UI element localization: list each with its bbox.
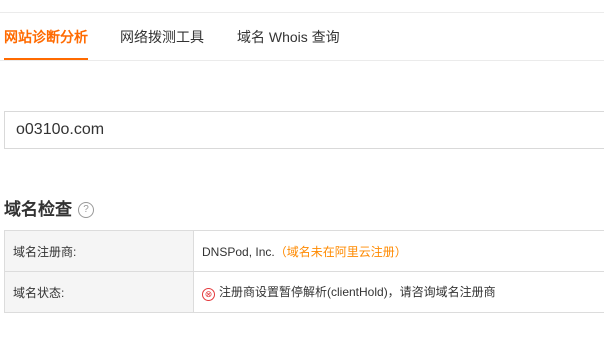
status-value: 注册商设置暂停解析(clientHold)，请咨询域名注册商	[219, 285, 496, 299]
tab-whois-query[interactable]: 域名 Whois 查询	[237, 28, 340, 46]
table-row: 域名状态: ⊗ 注册商设置暂停解析(clientHold)，请咨询域名注册商	[4, 271, 604, 313]
tab-bar: 网站诊断分析 网络拨测工具 域名 Whois 查询	[0, 13, 604, 61]
help-icon[interactable]: ?	[78, 202, 94, 218]
registrar-value-cell: DNSPod, Inc.（域名未在阿里云注册）	[193, 230, 604, 272]
registrar-note: （域名未在阿里云注册）	[274, 244, 407, 259]
domain-check-table: 域名注册商: DNSPod, Inc.（域名未在阿里云注册） 域名状态: ⊗ 注册…	[4, 230, 604, 313]
status-value-cell: ⊗ 注册商设置暂停解析(clientHold)，请咨询域名注册商	[193, 271, 604, 313]
domain-diagnosis-page: 网站诊断分析 网络拨测工具 域名 Whois 查询 域名检查 ? 域名注册商: …	[0, 0, 604, 337]
error-circle-icon: ⊗	[202, 288, 215, 301]
domain-input[interactable]	[4, 111, 604, 149]
tab-network-probe[interactable]: 网络拨测工具	[120, 28, 204, 46]
active-tab-indicator	[4, 58, 88, 60]
registrar-label: 域名注册商:	[4, 230, 194, 272]
registrar-value: DNSPod, Inc.	[202, 244, 275, 259]
status-label: 域名状态:	[4, 271, 194, 313]
table-row: 域名注册商: DNSPod, Inc.（域名未在阿里云注册）	[4, 230, 604, 272]
section-title: 域名检查	[4, 200, 72, 219]
tab-site-diagnosis[interactable]: 网站诊断分析	[4, 28, 88, 46]
